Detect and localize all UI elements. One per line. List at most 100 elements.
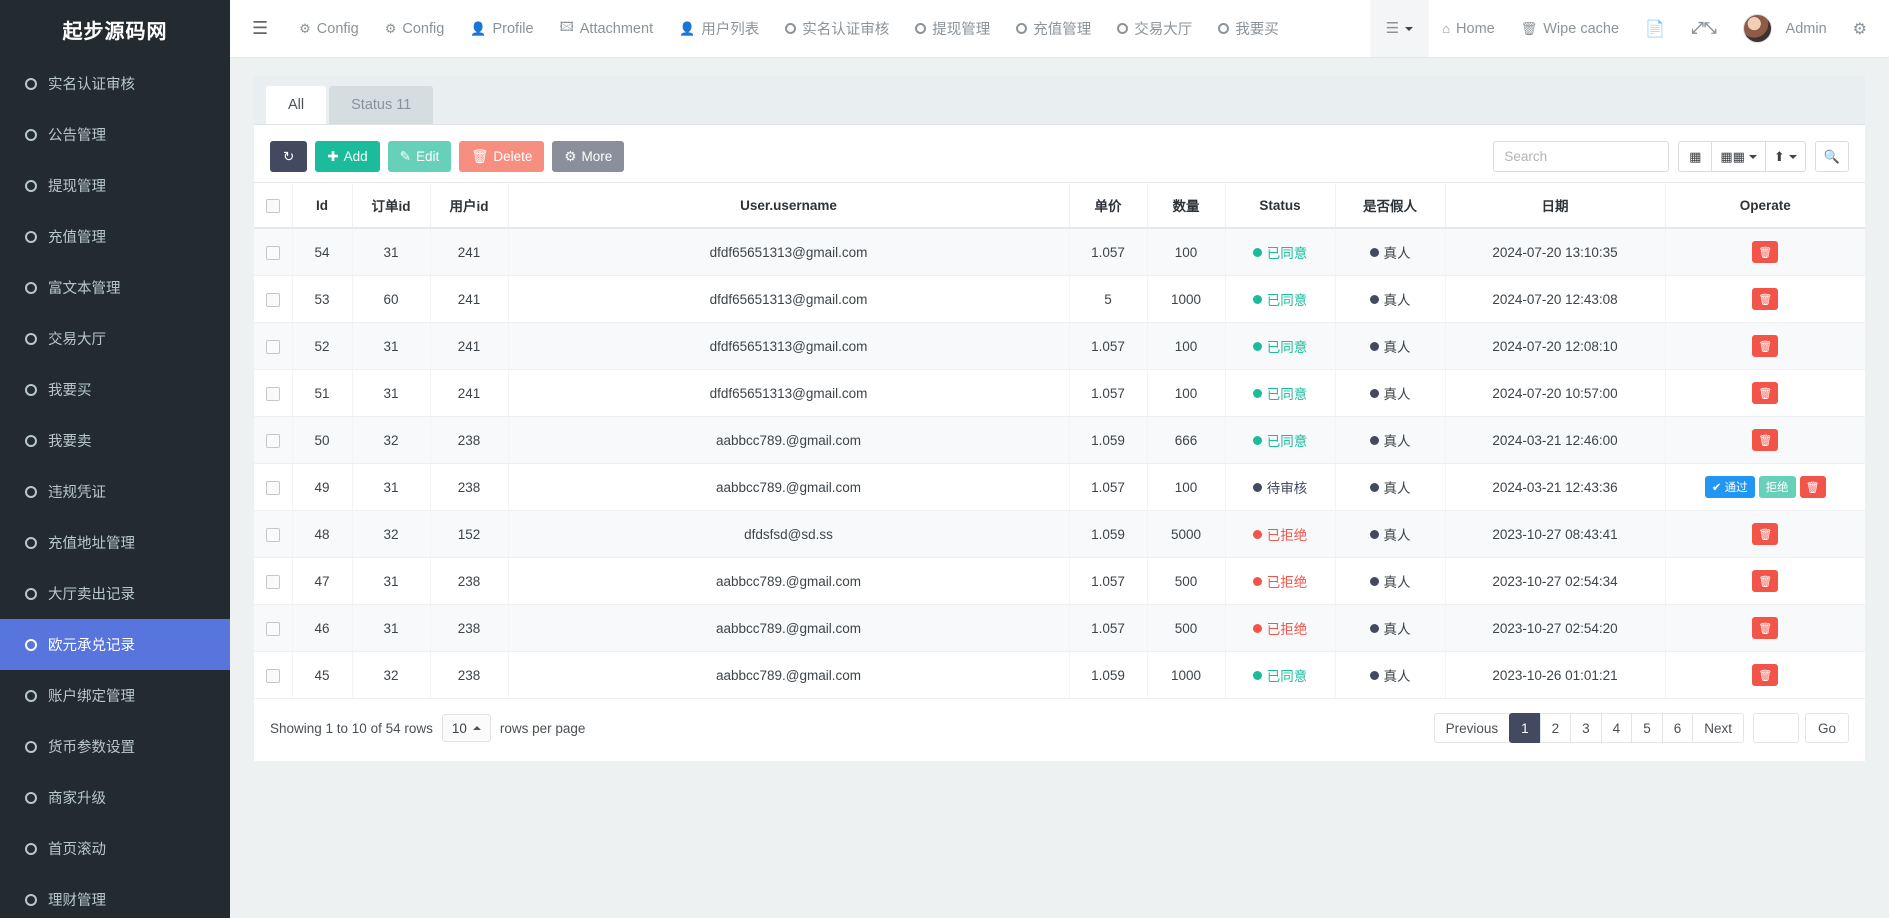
export-button[interactable]: ⬆ [1766,141,1806,172]
columns-toggle-button[interactable]: ▦ [1678,141,1712,172]
row-checkbox[interactable] [266,246,280,260]
pagination-page-6[interactable]: 6 [1662,713,1694,743]
reject-button[interactable]: 拒绝 [1759,476,1796,498]
row-select-cell[interactable] [254,370,292,417]
topnav-item-6[interactable]: 提现管理 [902,0,1003,58]
row-delete-button[interactable]: 🗑 [1752,288,1778,310]
add-button[interactable]: ✚ Add [315,141,379,172]
pagination-page-1[interactable]: 1 [1509,713,1541,743]
goto-page-input[interactable] [1753,713,1799,743]
wipe-cache-button[interactable]: 🗑 Wipe cache [1508,0,1632,58]
table-row[interactable]: 4931238aabbcc789.@gmail.com1.057100待审核真人… [254,464,1865,511]
settings-button[interactable]: ⚙ [1840,0,1889,58]
go-button[interactable]: Go [1805,713,1849,743]
sidebar-item-13[interactable]: 货币参数设置 [0,721,230,772]
sidebar-item-9[interactable]: 充值地址管理 [0,517,230,568]
row-select-cell[interactable] [254,652,292,699]
sidebar-item-15[interactable]: 首页滚动 [0,823,230,874]
topnav-item-2[interactable]: 👤Profile [457,0,546,58]
row-delete-button[interactable]: 🗑 [1752,241,1778,263]
pagination-previous[interactable]: Previous [1434,713,1511,743]
sidebar-item-8[interactable]: 违规凭证 [0,466,230,517]
topnav-item-9[interactable]: 我要买 [1205,0,1292,58]
topnav-item-0[interactable]: ⚙Config [286,0,372,58]
sidebar-item-10[interactable]: 大厅卖出记录 [0,568,230,619]
table-row[interactable]: 5360241dfdf65651313@gmail.com51000已同意真人2… [254,276,1865,323]
pagination-next[interactable]: Next [1692,713,1744,743]
row-select-cell[interactable] [254,558,292,605]
more-button[interactable]: ⚙ More [552,141,624,172]
row-delete-button[interactable]: 🗑 [1752,664,1778,686]
topnav-item-3[interactable]: 🖾Attachment [547,0,667,58]
tab-0[interactable]: All [266,86,326,124]
user-menu-button[interactable]: Admin [1730,0,1840,58]
topnav-item-8[interactable]: 交易大厅 [1104,0,1205,58]
row-select-cell[interactable] [254,276,292,323]
table-row[interactable]: 5231241dfdf65651313@gmail.com1.057100已同意… [254,323,1865,370]
topnav-item-1[interactable]: ⚙Config [372,0,458,58]
row-checkbox[interactable] [266,575,280,589]
refresh-button[interactable]: ↻ [270,141,307,172]
row-delete-button[interactable]: 🗑 [1752,523,1778,545]
row-checkbox[interactable] [266,293,280,307]
fullscreen-button[interactable]: ⤢⤡ [1678,0,1730,58]
row-select-cell[interactable] [254,228,292,276]
delete-button[interactable]: 🗑 Delete [459,141,544,172]
table-row[interactable]: 5131241dfdf65651313@gmail.com1.057100已同意… [254,370,1865,417]
sidebar-item-11[interactable]: 欧元承兑记录 [0,619,230,670]
table-row[interactable]: 4832152dfdsfsd@sd.ss1.0595000已拒绝真人2023-1… [254,511,1865,558]
row-checkbox[interactable] [266,340,280,354]
row-checkbox[interactable] [266,387,280,401]
table-row[interactable]: 5032238aabbcc789.@gmail.com1.059666已同意真人… [254,417,1865,464]
row-checkbox[interactable] [266,669,280,683]
sidebar-item-4[interactable]: 富文本管理 [0,262,230,313]
pagination-page-3[interactable]: 3 [1570,713,1602,743]
topnav-item-7[interactable]: 充值管理 [1003,0,1104,58]
row-delete-button[interactable]: 🗑 [1752,570,1778,592]
pagination-page-4[interactable]: 4 [1601,713,1633,743]
row-delete-button[interactable]: 🗑 [1752,335,1778,357]
table-row[interactable]: 4631238aabbcc789.@gmail.com1.057500已拒绝真人… [254,605,1865,652]
search-button[interactable]: 🔍 [1815,141,1849,172]
pagination-page-5[interactable]: 5 [1631,713,1663,743]
pagination-page-2[interactable]: 2 [1540,713,1572,743]
approve-button[interactable]: ✔通过 [1705,476,1755,498]
stack-dropdown-button[interactable]: ☰ [1370,0,1429,58]
home-button[interactable]: ⌂ Home [1429,0,1508,58]
sidebar-item-6[interactable]: 我要买 [0,364,230,415]
table-row[interactable]: 5431241dfdf65651313@gmail.com1.057100已同意… [254,228,1865,276]
tab-1[interactable]: Status 11 [329,86,433,124]
topnav-item-5[interactable]: 实名认证审核 [772,0,902,58]
row-delete-button[interactable]: 🗑 [1752,429,1778,451]
row-checkbox[interactable] [266,622,280,636]
sidebar-item-3[interactable]: 充值管理 [0,211,230,262]
row-select-cell[interactable] [254,605,292,652]
sidebar-item-12[interactable]: 账户绑定管理 [0,670,230,721]
sidebar-item-0[interactable]: 实名认证审核 [0,58,230,109]
row-checkbox[interactable] [266,528,280,542]
language-switch-button[interactable]: 📄 [1632,0,1678,58]
rows-per-page-select[interactable]: 10 [442,714,491,742]
sidebar-item-2[interactable]: 提现管理 [0,160,230,211]
row-checkbox[interactable] [266,481,280,495]
sidebar-toggle-button[interactable]: ☰ [230,0,286,58]
select-all-checkbox[interactable] [266,199,280,213]
table-row[interactable]: 4731238aabbcc789.@gmail.com1.057500已拒绝真人… [254,558,1865,605]
topnav-item-4[interactable]: 👤用户列表 [666,0,772,58]
edit-button[interactable]: ✎ Edit [388,141,452,172]
row-delete-button[interactable]: 🗑 [1752,382,1778,404]
sidebar-item-16[interactable]: 理财管理 [0,874,230,918]
select-all-header[interactable] [254,183,292,229]
row-select-cell[interactable] [254,511,292,558]
row-select-cell[interactable] [254,417,292,464]
grid-view-button[interactable]: ▦▦ [1712,141,1766,172]
sidebar-item-5[interactable]: 交易大厅 [0,313,230,364]
sidebar-item-1[interactable]: 公告管理 [0,109,230,160]
row-select-cell[interactable] [254,323,292,370]
search-input[interactable] [1493,141,1669,172]
table-row[interactable]: 4532238aabbcc789.@gmail.com1.0591000已同意真… [254,652,1865,699]
row-checkbox[interactable] [266,434,280,448]
row-select-cell[interactable] [254,464,292,511]
row-delete-button[interactable]: 🗑 [1752,617,1778,639]
row-delete-button[interactable]: 🗑 [1800,476,1826,498]
